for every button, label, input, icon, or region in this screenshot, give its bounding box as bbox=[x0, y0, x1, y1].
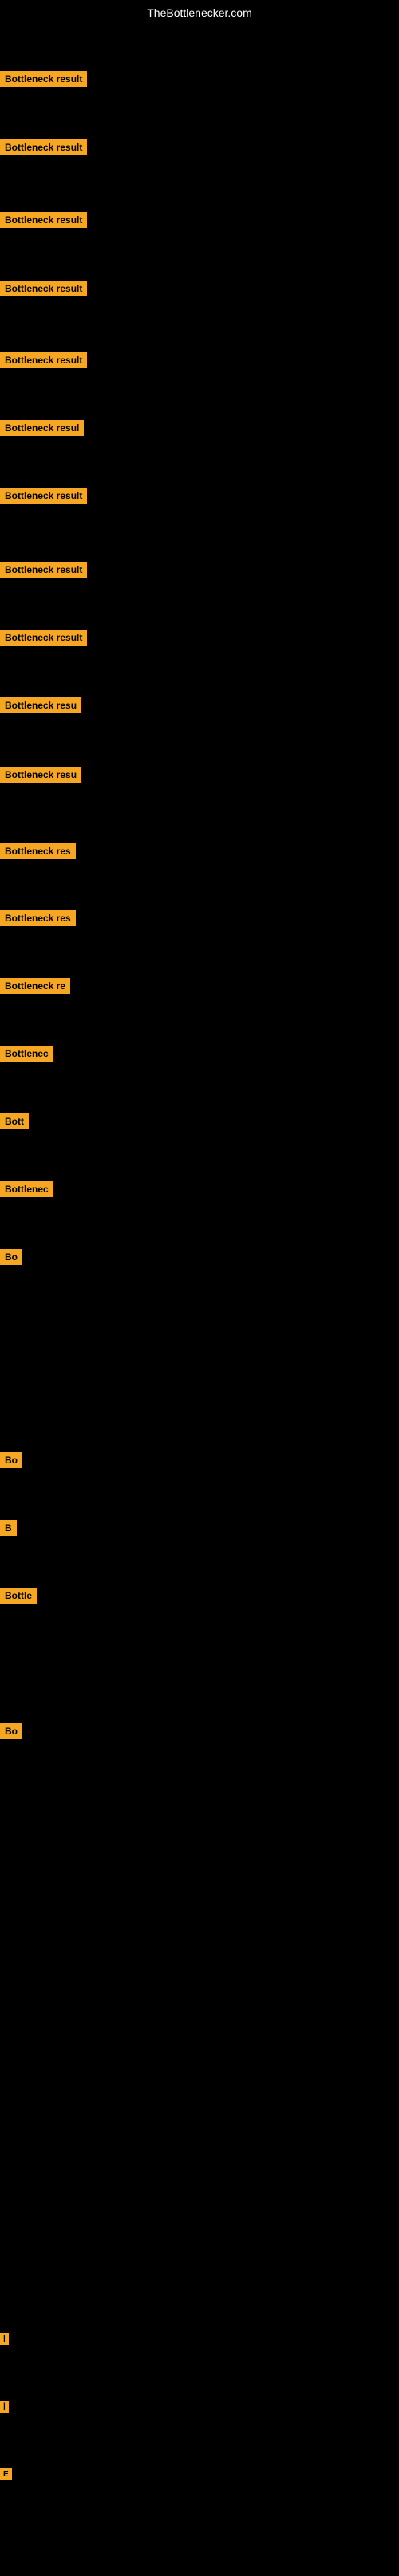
bottleneck-badge-9: Bottleneck result bbox=[0, 630, 87, 646]
bottleneck-badge-17: Bottlenec bbox=[0, 1181, 53, 1197]
bottleneck-badge-8: Bottleneck result bbox=[0, 562, 87, 578]
bottleneck-badge-11: Bottleneck resu bbox=[0, 767, 81, 783]
bottleneck-badge-25: Bo bbox=[0, 1723, 22, 1739]
bottleneck-badge-1: Bottleneck result bbox=[0, 71, 87, 87]
bottleneck-badge-23: Bottle bbox=[0, 1588, 37, 1604]
bottleneck-badge-5: Bottleneck result bbox=[0, 352, 87, 368]
bottleneck-badge-3: Bottleneck result bbox=[0, 212, 87, 228]
bottleneck-badge-36: E bbox=[0, 2468, 12, 2480]
bottleneck-badge-34: | bbox=[0, 2333, 9, 2345]
bottleneck-badge-14: Bottleneck re bbox=[0, 978, 70, 994]
site-title: TheBottlenecker.com bbox=[0, 0, 399, 26]
bottleneck-badge-22: B bbox=[0, 1520, 17, 1536]
bottleneck-badge-6: Bottleneck resul bbox=[0, 420, 84, 436]
bottleneck-badge-15: Bottlenec bbox=[0, 1046, 53, 1062]
bottleneck-badge-13: Bottleneck res bbox=[0, 910, 76, 926]
bottleneck-badge-12: Bottleneck res bbox=[0, 843, 76, 859]
bottleneck-badge-7: Bottleneck result bbox=[0, 488, 87, 504]
bottleneck-badge-10: Bottleneck resu bbox=[0, 697, 81, 713]
bottleneck-badge-18: Bo bbox=[0, 1249, 22, 1265]
bottleneck-badge-21: Bo bbox=[0, 1452, 22, 1468]
bottleneck-badge-35: | bbox=[0, 2401, 9, 2413]
bottleneck-badge-16: Bott bbox=[0, 1113, 29, 1129]
bottleneck-badge-4: Bottleneck result bbox=[0, 281, 87, 296]
bottleneck-badge-2: Bottleneck result bbox=[0, 139, 87, 155]
